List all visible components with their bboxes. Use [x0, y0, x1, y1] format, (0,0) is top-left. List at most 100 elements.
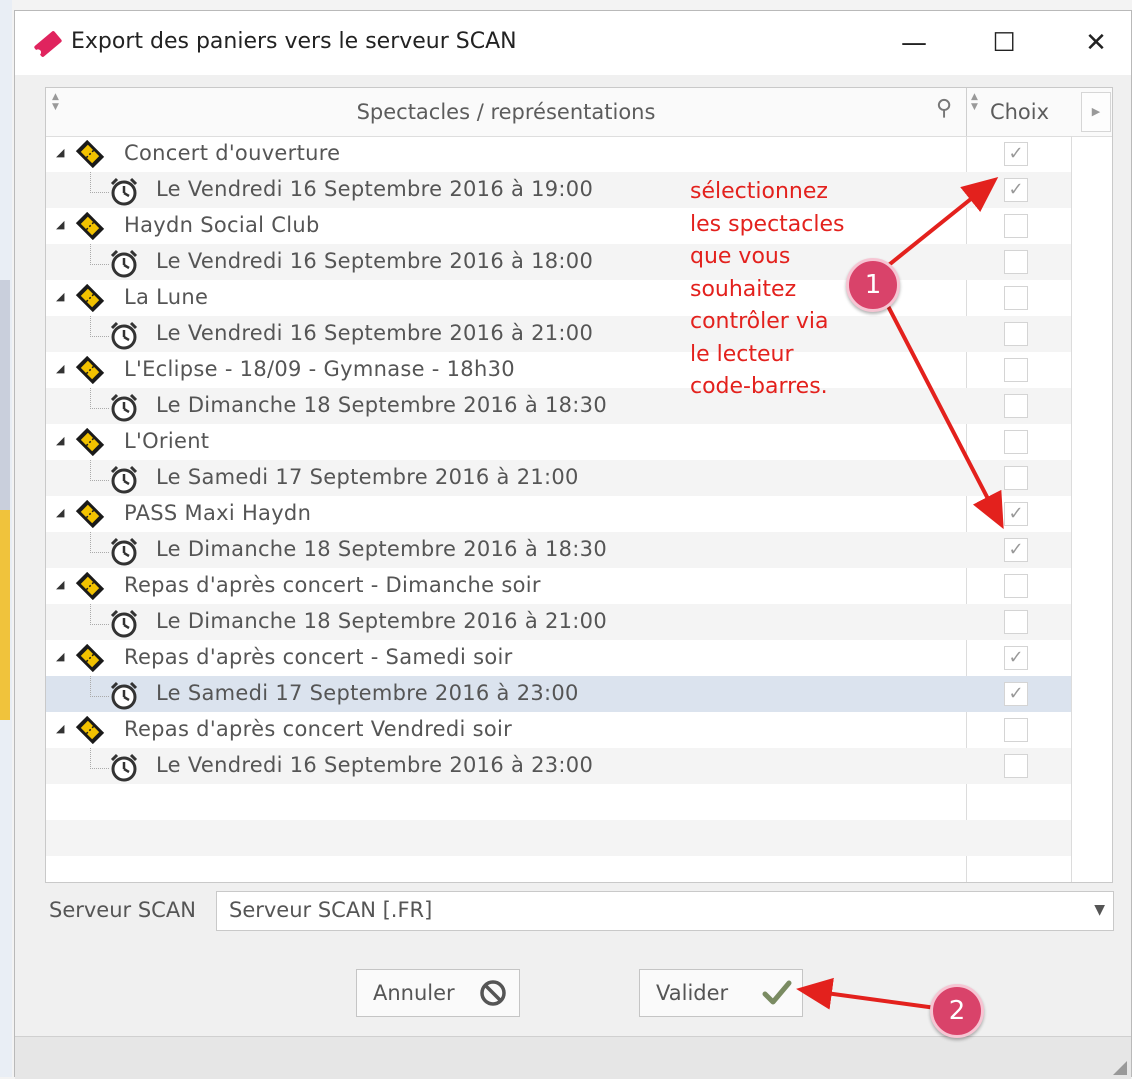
- cancel-button[interactable]: Annuler: [356, 969, 520, 1017]
- validate-button-label: Valider: [656, 981, 729, 1005]
- column-header-spectacles[interactable]: ▲ ▼ Spectacles / représentations ⚲: [46, 88, 966, 136]
- choix-checkbox[interactable]: [1004, 214, 1028, 238]
- minimize-button[interactable]: —: [891, 23, 937, 63]
- alarm-clock-icon: [108, 607, 140, 639]
- representation-label: Le Samedi 17 Septembre 2016 à 21:00: [156, 465, 579, 489]
- spectacle-label: Repas d'après concert - Dimanche soir: [124, 573, 541, 597]
- alarm-clock-icon: [108, 175, 140, 207]
- checkmark-icon: [762, 980, 792, 1005]
- server-select-value: Serveur SCAN [.FR]: [229, 898, 433, 922]
- ticket-icon: [74, 355, 106, 385]
- cancel-button-label: Annuler: [373, 981, 455, 1005]
- spectacle-row[interactable]: ◢ L'Orient: [46, 424, 1071, 460]
- spectacle-label: L'Orient: [124, 429, 210, 453]
- choix-checkbox[interactable]: ✓: [1004, 646, 1028, 670]
- background-app-edge: [0, 0, 12, 1077]
- tree-connector: [90, 460, 109, 481]
- choix-checkbox[interactable]: [1004, 250, 1028, 274]
- spectacle-row[interactable]: ◢ PASS Maxi Haydn ✓: [46, 496, 1071, 532]
- representation-row[interactable]: Le Vendredi 16 Septembre 2016 à 18:00: [46, 244, 1071, 280]
- close-button[interactable]: ✕: [1073, 23, 1119, 63]
- representation-row[interactable]: Le Vendredi 16 Septembre 2016 à 19:00 ✓: [46, 172, 1071, 208]
- representation-row[interactable]: Le Dimanche 18 Septembre 2016 à 18:30 ✓: [46, 532, 1071, 568]
- choix-checkbox[interactable]: [1004, 466, 1028, 490]
- spectacle-label: PASS Maxi Haydn: [124, 501, 312, 525]
- alarm-clock-icon: [108, 463, 140, 495]
- spectacle-label: Repas d'après concert - Samedi soir: [124, 645, 513, 669]
- spectacle-row[interactable]: ◢ Concert d'ouverture ✓: [46, 136, 1071, 172]
- choix-checkbox[interactable]: [1004, 754, 1028, 778]
- representation-row[interactable]: Le Dimanche 18 Septembre 2016 à 18:30: [46, 388, 1071, 424]
- spectacle-row[interactable]: ◢ Haydn Social Club: [46, 208, 1071, 244]
- choix-checkbox[interactable]: ✓: [1004, 538, 1028, 562]
- column-title-choix: Choix: [989, 100, 1050, 124]
- ticket-icon: [74, 139, 106, 169]
- choix-checkbox[interactable]: [1004, 430, 1028, 454]
- tree-connector: [90, 244, 109, 265]
- tree-connector: [90, 748, 109, 769]
- expand-toggle-icon[interactable]: ◢: [56, 650, 64, 663]
- choix-checkbox[interactable]: [1004, 574, 1028, 598]
- spectacle-row[interactable]: ◢ L'Eclipse - 18/09 - Gymnase - 18h30: [46, 352, 1071, 388]
- expand-toggle-icon[interactable]: ◢: [56, 506, 64, 519]
- choix-checkbox[interactable]: [1004, 286, 1028, 310]
- ticket-icon: [74, 211, 106, 241]
- search-icon[interactable]: ⚲: [936, 96, 952, 121]
- ticket-icon: [74, 283, 106, 313]
- spectacle-row[interactable]: ◢ Repas d'après concert Vendredi soir: [46, 712, 1071, 748]
- choix-checkbox[interactable]: ✓: [1004, 682, 1028, 706]
- ticket-icon: [74, 715, 106, 745]
- maximize-button[interactable]: ☐: [981, 23, 1027, 63]
- choix-checkbox[interactable]: [1004, 358, 1028, 382]
- spectacle-row[interactable]: ◢ Repas d'après concert - Samedi soir ✓: [46, 640, 1071, 676]
- spectacle-label: La Lune: [124, 285, 209, 309]
- server-select[interactable]: Serveur SCAN [.FR] ▼: [216, 891, 1114, 931]
- expand-toggle-icon[interactable]: ◢: [56, 362, 64, 375]
- annotation-line: code-barres.: [690, 374, 828, 399]
- step-badge-2: 2: [930, 984, 984, 1038]
- tree-connector: [90, 172, 109, 193]
- annotation-line: contrôler via: [690, 309, 829, 334]
- choix-checkbox[interactable]: [1004, 718, 1028, 742]
- representation-label: Le Dimanche 18 Septembre 2016 à 21:00: [156, 609, 607, 633]
- tree-connector: [90, 604, 109, 625]
- alarm-clock-icon: [108, 391, 140, 423]
- resize-grip-icon[interactable]: [1113, 1061, 1127, 1075]
- expand-toggle-icon[interactable]: ◢: [56, 434, 64, 447]
- representation-row[interactable]: Le Samedi 17 Septembre 2016 à 21:00: [46, 460, 1071, 496]
- choix-checkbox[interactable]: ✓: [1004, 178, 1028, 202]
- representation-row[interactable]: Le Vendredi 16 Septembre 2016 à 21:00: [46, 316, 1071, 352]
- spectacle-label: Concert d'ouverture: [124, 141, 341, 165]
- export-dialog: Export des paniers vers le serveur SCAN …: [14, 10, 1132, 1079]
- column-header-choix[interactable]: ▲ ▼ Choix: [966, 88, 1072, 136]
- representation-row[interactable]: Le Vendredi 16 Septembre 2016 à 23:00: [46, 748, 1071, 784]
- choix-checkbox[interactable]: ✓: [1004, 142, 1028, 166]
- background-panel-strip: [0, 280, 10, 510]
- spectacle-row[interactable]: ◢ La Lune: [46, 280, 1071, 316]
- expand-toggle-icon[interactable]: ◢: [56, 578, 64, 591]
- expand-toggle-icon[interactable]: ◢: [56, 722, 64, 735]
- expand-toggle-icon[interactable]: ◢: [56, 290, 64, 303]
- choix-checkbox[interactable]: [1004, 394, 1028, 418]
- representation-row[interactable]: Le Dimanche 18 Septembre 2016 à 21:00: [46, 604, 1071, 640]
- representation-row[interactable]: Le Samedi 17 Septembre 2016 à 23:00 ✓: [46, 676, 1071, 712]
- tree-connector: [90, 532, 109, 553]
- annotation-line: que vous: [690, 244, 791, 269]
- choix-checkbox[interactable]: [1004, 610, 1028, 634]
- empty-row: [46, 856, 1071, 882]
- representation-label: Le Vendredi 16 Septembre 2016 à 23:00: [156, 753, 594, 777]
- expand-toggle-icon[interactable]: ◢: [56, 146, 64, 159]
- validate-button[interactable]: Valider: [639, 969, 803, 1017]
- spectacle-row[interactable]: ◢ Repas d'après concert - Dimanche soir: [46, 568, 1071, 604]
- representation-label: Le Vendredi 16 Septembre 2016 à 19:00: [156, 177, 594, 201]
- expand-toggle-icon[interactable]: ◢: [56, 218, 64, 231]
- representation-label: Le Dimanche 18 Septembre 2016 à 18:30: [156, 393, 607, 417]
- columns-menu-button[interactable]: ▶: [1081, 92, 1111, 132]
- spectacles-grid: ▲ ▼ Spectacles / représentations ⚲ ▲ ▼ Cho…: [45, 87, 1113, 883]
- choix-checkbox[interactable]: [1004, 322, 1028, 346]
- background-highlight-strip: [0, 510, 10, 720]
- choix-checkbox[interactable]: ✓: [1004, 502, 1028, 526]
- representation-label: Le Dimanche 18 Septembre 2016 à 18:30: [156, 537, 607, 561]
- alarm-clock-icon: [108, 247, 140, 279]
- ticket-icon: [74, 499, 106, 529]
